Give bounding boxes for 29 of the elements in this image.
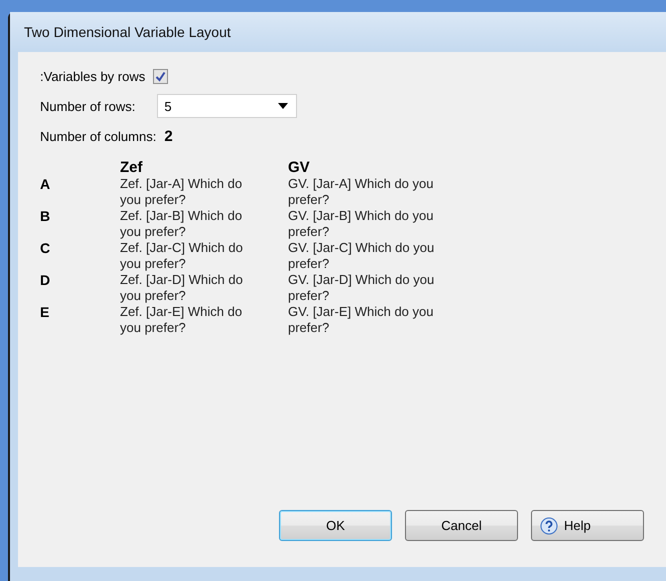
column-header: GV: [288, 160, 311, 176]
help-button[interactable]: Help: [531, 510, 644, 541]
grid-cell-text: Zef. [Jar-E] Which do you prefer?: [120, 304, 244, 336]
column-header: Zef: [120, 160, 144, 176]
grid-cell-text: GV. [Jar-E] Which do you prefer?: [288, 304, 434, 336]
variables-by-rows-label: :Variables by rows: [40, 68, 146, 84]
cancel-button[interactable]: Cancel: [405, 510, 518, 541]
rows-dropdown[interactable]: 5: [157, 94, 298, 118]
grid-cell-text: Zef. [Jar-B] Which do you prefer?: [120, 208, 244, 240]
grid-cell-text: GV. [Jar-D] Which do you prefer?: [288, 272, 436, 304]
ok-button[interactable]: OK: [279, 510, 392, 541]
number-of-rows-label: Number of rows:: [40, 98, 136, 114]
number-of-columns-value: 2: [164, 128, 173, 144]
row-label: D: [40, 272, 52, 290]
window-title: Two Dimensional Variable Layout: [24, 24, 231, 40]
grid-cell-text: Zef. [Jar-C] Which do you prefer?: [120, 240, 244, 272]
row-label: E: [40, 304, 50, 322]
grid-cell-text: Zef. [Jar-A] Which do you prefer?: [120, 176, 244, 208]
row-label: B: [40, 208, 52, 226]
number-of-columns-label: Number of columns:: [40, 128, 156, 144]
variables-by-rows-checkbox[interactable]: [153, 68, 168, 84]
grid-cell-text: GV. [Jar-C] Which do you prefer?: [288, 240, 436, 272]
grid-cell-text: GV. [Jar-A] Which do you prefer?: [288, 176, 434, 208]
grid-cell-text: Zef. [Jar-D] Which do you prefer?: [120, 272, 244, 304]
row-label: C: [40, 240, 52, 258]
dropdown-caret-icon: [278, 103, 288, 109]
grid-cell-text: GV. [Jar-B] Which do you prefer?: [288, 208, 434, 240]
help-icon: [540, 516, 558, 534]
row-label: A: [40, 176, 52, 194]
